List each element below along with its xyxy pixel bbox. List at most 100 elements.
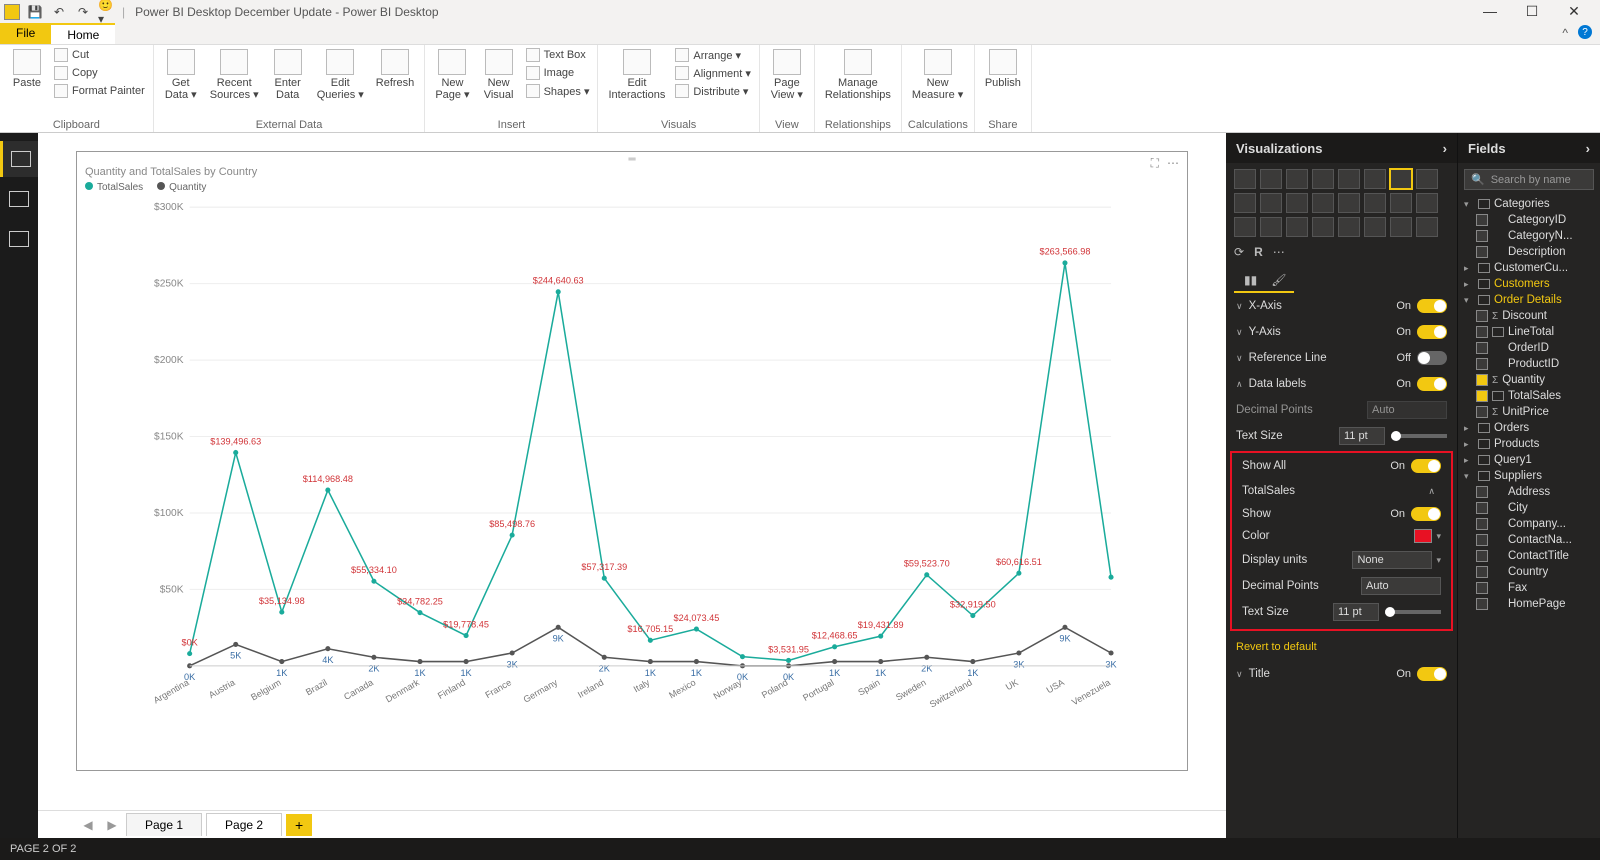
color-picker[interactable] <box>1414 529 1432 543</box>
field-item[interactable]: LineTotal <box>1458 324 1600 340</box>
viz-tile[interactable] <box>1364 217 1386 237</box>
page-view-button[interactable]: Page View ▾ <box>766 47 808 103</box>
viz-tile[interactable] <box>1338 169 1360 189</box>
refresh-button[interactable]: Refresh <box>372 47 419 91</box>
undo-icon[interactable]: ↶ <box>50 3 68 21</box>
revert-to-default[interactable]: Revert to default <box>1226 633 1457 661</box>
redo-icon[interactable]: ↷ <box>74 3 92 21</box>
field-item[interactable]: CategoryN... <box>1458 228 1600 244</box>
format-reference-line[interactable]: ∨Reference LineOff <box>1226 345 1457 371</box>
line-chart-visual[interactable]: ═ ⛶ ⋯ Quantity and TotalSales by Country… <box>76 151 1188 771</box>
import-visual-icon[interactable]: ⋯ <box>1273 245 1285 259</box>
viz-tile[interactable] <box>1260 217 1282 237</box>
field-table[interactable]: ▸Query1 <box>1458 452 1600 468</box>
data-view-icon[interactable] <box>0 181 38 217</box>
field-item[interactable]: ContactTitle <box>1458 548 1600 564</box>
cut-button[interactable]: Cut <box>52 47 147 63</box>
maximize-icon[interactable]: ☐ <box>1522 3 1542 20</box>
field-item[interactable]: ContactNa... <box>1458 532 1600 548</box>
format-show[interactable]: ShowOn <box>1232 503 1451 525</box>
field-item[interactable]: Description <box>1458 244 1600 260</box>
viz-tile[interactable] <box>1416 217 1438 237</box>
field-checkbox[interactable] <box>1476 230 1488 242</box>
field-checkbox[interactable] <box>1476 326 1488 338</box>
field-table[interactable]: ▾Categories <box>1458 196 1600 212</box>
viz-tile[interactable] <box>1364 169 1386 189</box>
model-view-icon[interactable] <box>0 221 38 257</box>
distribute-button[interactable]: Distribute ▾ <box>673 83 753 99</box>
edit-queries-button[interactable]: Edit Queries ▾ <box>313 47 368 103</box>
viz-tile[interactable] <box>1338 217 1360 237</box>
format-x-axis[interactable]: ∨X-AxisOn <box>1226 293 1457 319</box>
tab-file[interactable]: File <box>0 23 51 44</box>
viz-tile[interactable] <box>1234 169 1256 189</box>
viz-tile[interactable] <box>1390 169 1412 189</box>
new-visual-button[interactable]: New Visual <box>478 47 520 103</box>
field-item[interactable]: Company... <box>1458 516 1600 532</box>
viz-tile[interactable] <box>1286 217 1308 237</box>
get-data-button[interactable]: Get Data ▾ <box>160 47 202 103</box>
viz-tile[interactable] <box>1286 193 1308 213</box>
viz-tile[interactable] <box>1338 193 1360 213</box>
manage-relationships-button[interactable]: Manage Relationships <box>821 47 895 103</box>
smiley-icon[interactable]: 🙂▾ <box>98 3 116 21</box>
field-item[interactable]: Address <box>1458 484 1600 500</box>
new-page-button[interactable]: New Page ▾ <box>431 47 473 103</box>
more-options-icon[interactable]: ⋯ <box>1167 156 1179 171</box>
help-icon[interactable]: ? <box>1578 25 1592 39</box>
text-size-slider[interactable] <box>1385 610 1441 614</box>
format-tab-icon[interactable]: 🖌 <box>1271 273 1286 287</box>
collapse-viz-panel-icon[interactable]: › <box>1443 141 1447 156</box>
text-size-input-top[interactable] <box>1339 427 1385 445</box>
field-item[interactable]: City <box>1458 500 1600 516</box>
field-checkbox[interactable] <box>1476 374 1488 386</box>
page-tab-2[interactable]: Page 2 <box>206 813 282 836</box>
field-table[interactable]: ▸Products <box>1458 436 1600 452</box>
field-item[interactable]: ΣUnitPrice <box>1458 404 1600 420</box>
decimal-points-input-top[interactable] <box>1367 401 1447 419</box>
field-table[interactable]: ▾Order Details <box>1458 292 1600 308</box>
field-checkbox[interactable] <box>1476 358 1488 370</box>
field-item[interactable]: Fax <box>1458 580 1600 596</box>
viz-tile[interactable] <box>1260 193 1282 213</box>
minimize-icon[interactable]: — <box>1480 3 1500 20</box>
field-item[interactable]: CategoryID <box>1458 212 1600 228</box>
field-checkbox[interactable] <box>1476 582 1488 594</box>
field-table[interactable]: ▾Suppliers <box>1458 468 1600 484</box>
field-checkbox[interactable] <box>1476 390 1488 402</box>
report-view-icon[interactable] <box>0 141 38 177</box>
next-page-icon[interactable]: ▶ <box>102 818 122 832</box>
field-table[interactable]: ▸CustomerCu... <box>1458 260 1600 276</box>
field-checkbox[interactable] <box>1476 342 1488 354</box>
refresh-viz-icon[interactable]: ⟳ <box>1234 245 1244 259</box>
field-item[interactable]: ΣQuantity <box>1458 372 1600 388</box>
image-button[interactable]: Image <box>524 65 592 81</box>
save-icon[interactable]: 💾 <box>26 3 44 21</box>
fields-search[interactable]: 🔍Search by name <box>1464 169 1594 190</box>
new-measure-button[interactable]: New Measure ▾ <box>908 47 967 103</box>
field-table[interactable]: ▸Customers <box>1458 276 1600 292</box>
field-checkbox[interactable] <box>1476 534 1488 546</box>
format-data-labels[interactable]: ∧Data labelsOn <box>1226 371 1457 397</box>
viz-tile[interactable] <box>1312 169 1334 189</box>
field-checkbox[interactable] <box>1476 566 1488 578</box>
field-item[interactable]: HomePage <box>1458 596 1600 612</box>
field-checkbox[interactable] <box>1476 406 1488 418</box>
enter-data-button[interactable]: Enter Data <box>267 47 309 103</box>
collapse-fields-panel-icon[interactable]: › <box>1586 141 1590 156</box>
arrange-button[interactable]: Arrange ▾ <box>673 47 753 63</box>
viz-tile[interactable] <box>1234 193 1256 213</box>
publish-button[interactable]: Publish <box>981 47 1025 91</box>
field-checkbox[interactable] <box>1476 310 1488 322</box>
edit-interactions-button[interactable]: Edit Interactions <box>604 47 669 103</box>
copy-button[interactable]: Copy <box>52 65 147 81</box>
collapse-ribbon-icon[interactable]: ^ <box>1556 23 1574 44</box>
drag-handle-icon[interactable]: ═ <box>628 154 635 165</box>
paste-button[interactable]: Paste <box>6 47 48 91</box>
fields-tab-icon[interactable]: ▮▮ <box>1244 273 1257 287</box>
viz-tile[interactable] <box>1312 217 1334 237</box>
viz-tile[interactable] <box>1312 193 1334 213</box>
viz-tile[interactable] <box>1260 169 1282 189</box>
recent-sources-button[interactable]: Recent Sources ▾ <box>206 47 263 103</box>
decimal-points-input[interactable] <box>1361 577 1441 595</box>
